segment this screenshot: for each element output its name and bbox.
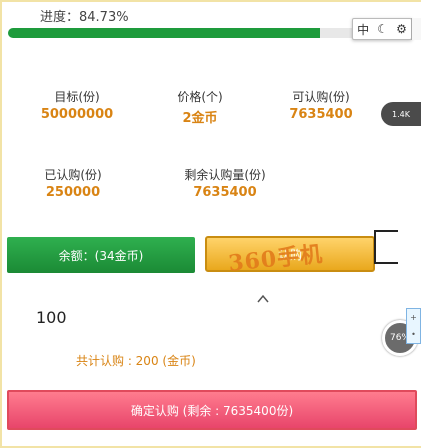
stat-label: 可认购(份) bbox=[292, 90, 350, 104]
stat-value: 250000 bbox=[45, 185, 101, 200]
side-handle[interactable] bbox=[411, 18, 421, 40]
side-panel-bracket bbox=[374, 230, 421, 264]
stat-label: 剩余认购量(份) bbox=[184, 168, 266, 182]
network-speed-label: 1.4K bbox=[392, 109, 410, 119]
stat-remaining: 剩余认购量(份) 7635400 bbox=[150, 166, 300, 200]
stat-label: 已认购(份) bbox=[44, 168, 102, 182]
chevron-up-icon[interactable] bbox=[256, 292, 270, 306]
stat-subscribed: 已认购(份) 250000 bbox=[18, 166, 128, 200]
floating-menu[interactable]: + • bbox=[406, 308, 421, 344]
confirm-subscribe-button[interactable]: 确定认购 (剩余 : 7635400份) bbox=[7, 390, 417, 430]
app-frame bbox=[0, 0, 421, 448]
progress-label: 进度：84.73% bbox=[40, 10, 129, 25]
stat-label: 目标(份) bbox=[54, 90, 100, 104]
balance-button[interactable]: 余额：(34金币) bbox=[7, 237, 195, 273]
settings-icon[interactable]: ⚙ bbox=[396, 22, 407, 36]
quantity-value[interactable]: 100 bbox=[36, 308, 67, 327]
stat-label: 价格(个) bbox=[177, 90, 223, 104]
stat-value: 2金币 bbox=[182, 111, 218, 126]
total-cost-text: 共计认购 : 200 (金币) bbox=[76, 354, 196, 368]
language-toolbar[interactable]: 中 ☾ ⚙ bbox=[352, 18, 412, 40]
stat-available: 可认购(份) 7635400 bbox=[266, 88, 376, 122]
stat-price: 价格(个) 2金币 bbox=[150, 88, 250, 126]
stat-target: 目标(份) 50000000 bbox=[22, 88, 132, 122]
stat-value: 7635400 bbox=[193, 185, 257, 200]
progress-bar bbox=[8, 28, 376, 38]
network-widget[interactable]: 1.4K bbox=[381, 102, 421, 126]
plus-icon[interactable]: + bbox=[410, 313, 417, 322]
stat-value: 50000000 bbox=[40, 107, 114, 122]
language-label: 中 bbox=[357, 22, 370, 37]
moon-icon[interactable]: ☾ bbox=[377, 22, 388, 36]
dot-icon: • bbox=[411, 330, 416, 339]
stat-value: 7635400 bbox=[289, 107, 353, 122]
progress-fill bbox=[8, 28, 320, 38]
